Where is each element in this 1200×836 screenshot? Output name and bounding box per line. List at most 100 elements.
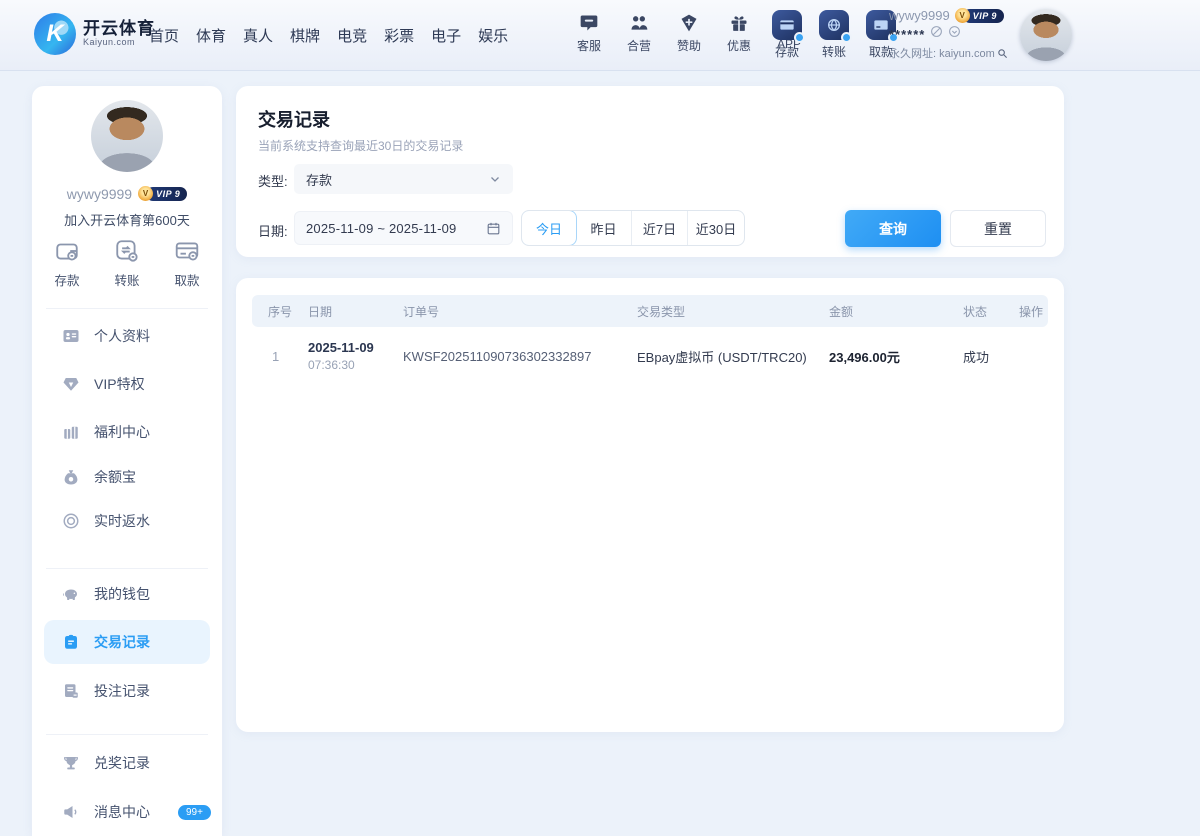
moneybag-icon bbox=[64, 470, 78, 485]
sidebar-item-rebate[interactable]: 实时返水 bbox=[44, 499, 210, 543]
transactions-icon bbox=[65, 634, 77, 649]
withdraw-card-icon bbox=[874, 20, 888, 30]
megaphone-icon bbox=[64, 806, 77, 818]
sidebar: wywy9999 V VIP 9 加入开云体育第600天 存款 转账 取款 个人… bbox=[32, 86, 222, 836]
date-range-input[interactable]: 2025-11-09 ~ 2025-11-09 bbox=[294, 211, 513, 245]
tile-badge bbox=[794, 32, 805, 43]
partners-button[interactable]: 合营 bbox=[620, 13, 658, 54]
deposit-button[interactable]: 存款 bbox=[768, 10, 806, 60]
chevron-down-icon bbox=[491, 177, 499, 182]
sponsor-icon bbox=[681, 14, 697, 32]
chat-icon bbox=[580, 15, 598, 31]
quick-range-group: 今日 昨日 近7日 近30日 bbox=[521, 210, 745, 246]
col-status: 状态 bbox=[963, 304, 988, 319]
user-avatar[interactable] bbox=[1020, 9, 1072, 61]
sidebar-item-wallet[interactable]: 我的钱包 bbox=[44, 572, 210, 616]
nav-item-lottery[interactable]: 彩票 bbox=[384, 25, 414, 46]
sidebar-item-vip[interactable]: VIP特权 bbox=[44, 362, 210, 406]
filter-card: 交易记录 当前系统支持查询最近30日的交易记录 类型: 存款 日期: 2025-… bbox=[236, 86, 1064, 257]
header-user-info: wywy9999 V VIP 9 ****** 永久网址: kaiyun.com bbox=[889, 7, 1014, 63]
vip-badge: V VIP 9 bbox=[954, 7, 1004, 23]
header-wallet-tiles: 存款 转账 取款 bbox=[768, 10, 900, 60]
table-row: 1 2025-11-09 07:36:30 KWSF20251109073630… bbox=[252, 327, 1048, 385]
magnifier-icon bbox=[998, 48, 1007, 58]
bets-icon bbox=[65, 684, 78, 698]
wallet-icon bbox=[56, 243, 78, 261]
reset-button[interactable]: 重置 bbox=[950, 210, 1046, 247]
nav-item-slots[interactable]: 电子 bbox=[431, 25, 461, 46]
divider bbox=[46, 308, 208, 309]
top-header: K 开云体育 Kaiyun.com 首页 体育 真人 棋牌 电竞 彩票 电子 娱… bbox=[0, 0, 1200, 70]
vip-shield-icon: V bbox=[954, 7, 970, 23]
promotions-button[interactable]: 优惠 bbox=[720, 13, 758, 54]
range-today-button[interactable]: 今日 bbox=[522, 211, 577, 245]
divider bbox=[46, 734, 208, 735]
rebate-icon bbox=[63, 513, 79, 529]
col-order-no: 订单号 bbox=[403, 304, 440, 319]
permanent-url[interactable]: 永久网址: kaiyun.com bbox=[889, 45, 1008, 61]
table-header-row: 序号 日期 订单号 交易类型 金额 状态 操作 bbox=[252, 295, 1048, 327]
records-table-card: 序号 日期 订单号 交易类型 金额 状态 操作 1 2025-11-09 07:… bbox=[236, 278, 1064, 732]
customer-service-button[interactable]: 客服 bbox=[570, 13, 608, 54]
partners-icon bbox=[631, 16, 648, 30]
deposit-card-icon bbox=[780, 20, 794, 30]
quick-transfer-button[interactable]: 转账 bbox=[114, 238, 140, 289]
piggy-icon bbox=[63, 589, 77, 600]
row-index: 1 bbox=[272, 348, 280, 364]
benefits-icon bbox=[64, 426, 78, 439]
nav-item-live[interactable]: 真人 bbox=[243, 25, 273, 46]
chevron-down-circle-icon[interactable] bbox=[948, 25, 961, 43]
divider bbox=[46, 568, 208, 569]
page-subtitle: 当前系统支持查询最近30日的交易记录 bbox=[258, 139, 464, 153]
sidebar-item-transactions[interactable]: 交易记录 bbox=[44, 620, 210, 664]
sidebar-item-benefits[interactable]: 福利中心 bbox=[44, 410, 210, 454]
type-label: 类型: bbox=[258, 174, 288, 189]
col-amount: 金额 bbox=[829, 304, 854, 319]
brand-domain: Kaiyun.com bbox=[83, 37, 136, 48]
nav-item-board[interactable]: 棋牌 bbox=[290, 25, 320, 46]
vip-shield-icon: V bbox=[138, 186, 154, 201]
prize-icon bbox=[64, 757, 78, 770]
username: wywy9999 bbox=[889, 8, 950, 23]
type-select[interactable]: 存款 bbox=[294, 164, 513, 194]
gift-icon bbox=[731, 16, 747, 31]
nav-item-home[interactable]: 首页 bbox=[149, 25, 179, 46]
range-7days-button[interactable]: 近7日 bbox=[632, 211, 688, 245]
quick-withdraw-button[interactable]: 取款 bbox=[174, 238, 200, 289]
sidebar-item-prizes[interactable]: 兑奖记录 bbox=[44, 741, 210, 785]
calendar-icon bbox=[487, 222, 500, 234]
message-count-badge: 99+ bbox=[178, 804, 211, 820]
range-yesterday-button[interactable]: 昨日 bbox=[576, 211, 632, 245]
date-label: 日期: bbox=[258, 224, 288, 239]
row-amount: 23,496.00元 bbox=[829, 349, 900, 365]
search-button[interactable]: 查询 bbox=[845, 210, 941, 247]
profile-vip-badge: V VIP 9 bbox=[138, 186, 188, 201]
col-date: 日期 bbox=[308, 304, 333, 319]
sidebar-item-bets[interactable]: 投注记录 bbox=[44, 669, 210, 713]
nav-item-esports[interactable]: 电竞 bbox=[337, 25, 367, 46]
sidebar-item-messages[interactable]: 消息中心 99+ bbox=[44, 790, 211, 834]
card-icon bbox=[175, 242, 199, 261]
row-date: 2025-11-09 07:36:30 bbox=[308, 340, 374, 372]
page-title: 交易记录 bbox=[258, 110, 330, 130]
row-status: 成功 bbox=[963, 349, 990, 365]
id-card-icon bbox=[63, 330, 79, 342]
brand-logo[interactable]: K 开云体育 Kaiyun.com bbox=[34, 13, 155, 55]
range-30days-button[interactable]: 近30日 bbox=[688, 211, 744, 245]
nav-item-entertainment[interactable]: 娱乐 bbox=[478, 25, 508, 46]
transfer-icon bbox=[116, 240, 138, 262]
eye-off-icon[interactable] bbox=[930, 25, 943, 43]
profile-avatar[interactable] bbox=[91, 100, 163, 172]
sponsor-button[interactable]: 赞助 bbox=[670, 13, 708, 54]
brand-logo-icon: K bbox=[34, 13, 76, 55]
transfer-button[interactable]: 转账 bbox=[815, 10, 853, 60]
vip-gem-icon bbox=[63, 378, 79, 391]
join-days-text: 加入开云体育第600天 bbox=[64, 213, 190, 228]
transfer-globe-icon bbox=[828, 19, 840, 31]
sidebar-item-yuebao[interactable]: 余额宝 bbox=[44, 455, 210, 499]
sidebar-item-profile[interactable]: 个人资料 bbox=[44, 314, 210, 358]
nav-item-sports[interactable]: 体育 bbox=[196, 25, 226, 46]
quick-deposit-button[interactable]: 存款 bbox=[54, 238, 80, 289]
balance-masked: ****** bbox=[889, 26, 926, 42]
tile-badge bbox=[841, 32, 852, 43]
